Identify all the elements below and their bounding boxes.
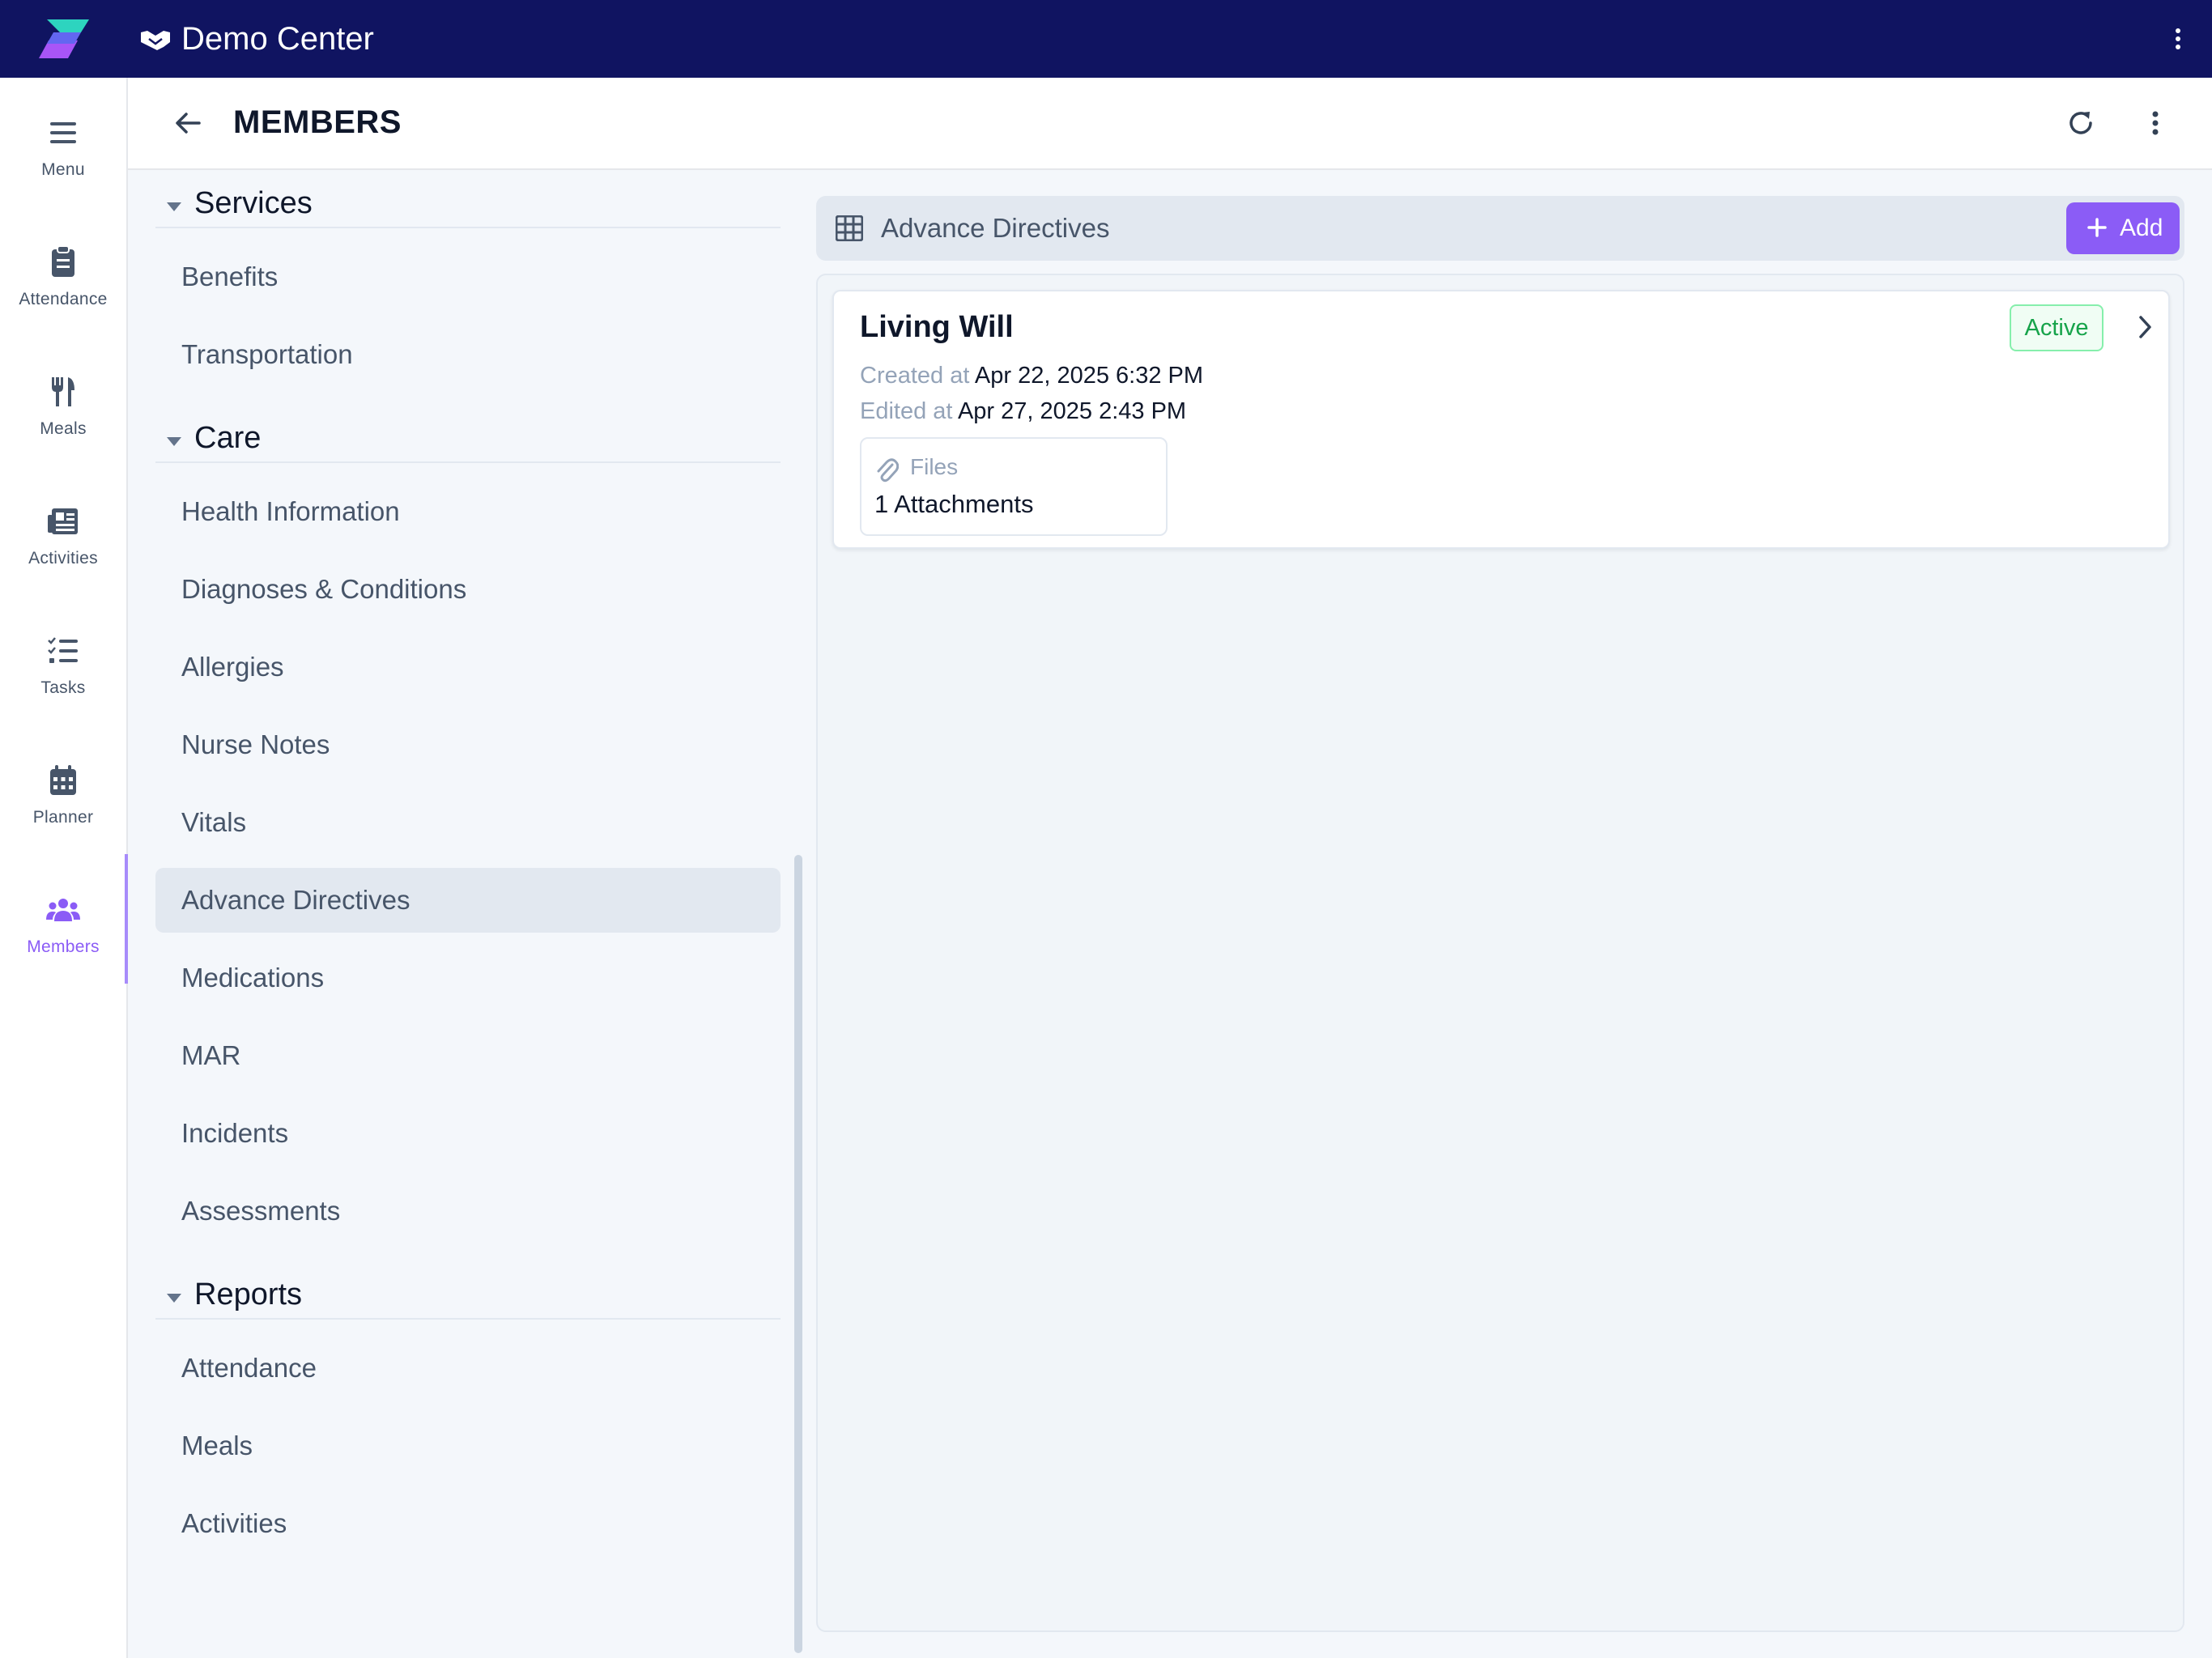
nav-item-label: Allergies [181,652,284,682]
nav-item-label: Benefits [181,261,279,291]
page-header: MEMBERS [128,78,2212,170]
rail-active-indicator [125,854,128,984]
nav-item-allergies[interactable]: Allergies [155,635,781,699]
rail-item-planner[interactable]: Planner [0,725,126,839]
top-app-bar: Demo Center [0,0,2212,78]
utensils-icon [52,377,74,406]
calendar-icon [50,765,76,795]
rail-item-label: Tasks [40,678,86,697]
plus-icon [2087,218,2107,237]
page-title: MEMBERS [233,104,402,140]
record-title: Living Will [860,310,1014,344]
nav-item-label: Diagnoses & Conditions [181,574,467,604]
nav-group-services[interactable]: Services [155,170,781,228]
rail-item-label: Activities [28,549,98,568]
refresh-icon[interactable] [2063,105,2099,141]
nav-item-mar[interactable]: MAR [155,1023,781,1088]
edited-at-label: Edited at [860,398,953,424]
add-button-label: Add [2120,215,2163,241]
app-logo[interactable] [36,16,92,62]
rail-item-meals[interactable]: Meals [0,337,126,450]
rail-item-menu[interactable]: Menu [0,78,126,191]
newspaper-icon [48,508,78,534]
nav-group-reports[interactable]: Reports [155,1261,781,1320]
nav-group-label: Reports [194,1278,303,1312]
back-arrow-icon[interactable] [170,105,206,141]
files-label: Files [910,454,959,479]
nav-item-diagnoses-conditions[interactable]: Diagnoses & Conditions [155,557,781,622]
nav-item-label: Activities [181,1508,287,1538]
nav-item-benefits[interactable]: Benefits [155,244,781,309]
files-attachment-box[interactable]: Files 1 Attachments [860,437,1168,536]
created-at-label: Created at [860,363,970,389]
clipboard-icon [52,245,74,277]
nav-item-incidents[interactable]: Incidents [155,1101,781,1166]
nav-item-vitals[interactable]: Vitals [155,790,781,855]
created-at-value: Apr 22, 2025 6:32 PM [974,363,1204,389]
handshake-icon [141,31,170,50]
nav-scrollbar[interactable] [794,855,802,1653]
rail-item-activities[interactable]: Activities [0,466,126,580]
status-badge: Active [2010,304,2104,351]
nav-item-label: Vitals [181,807,247,837]
nav-item-label: Incidents [181,1118,289,1148]
rail-item-label: Attendance [19,290,108,308]
section-header: Advance Directives Add [816,196,2184,261]
nav-group-label: Care [194,421,262,455]
record-card[interactable]: Living Will Created at Apr 22, 2025 6:32… [832,290,2170,549]
nav-group-label: Services [194,186,313,220]
rail-item-label: Planner [32,808,94,827]
nav-item-label: Assessments [181,1196,341,1226]
checklist-icon [48,637,78,663]
nav-item-advance-directives[interactable]: Advance Directives [155,868,781,933]
paperclip-icon [877,458,899,483]
rail-item-tasks[interactable]: Tasks [0,596,126,709]
nav-item-report-attendance[interactable]: Attendance [155,1336,781,1401]
left-nav-rail: Menu Attendance Meals Activities Tasks P… [0,78,128,1658]
records-list: Living Will Created at Apr 22, 2025 6:32… [816,274,2184,1632]
nav-item-report-meals[interactable]: Meals [155,1414,781,1478]
caret-down-icon [167,202,181,211]
nav-item-label: Advance Directives [181,885,410,915]
nav-item-label: Transportation [181,339,353,369]
nav-item-transportation[interactable]: Transportation [155,322,781,387]
edited-at-value: Apr 27, 2025 2:43 PM [957,398,1187,424]
nav-item-medications[interactable]: Medications [155,946,781,1010]
section-title: Advance Directives [881,213,1110,243]
nav-item-assessments[interactable]: Assessments [155,1179,781,1244]
rail-item-members[interactable]: Members [0,855,126,968]
users-icon [46,899,80,921]
advance-directives-panel: Advance Directives Add Living Will Creat… [816,196,2184,1632]
nav-item-report-activities[interactable]: Activities [155,1491,781,1556]
hamburger-icon [50,122,76,143]
nav-item-label: Nurse Notes [181,729,330,759]
rail-item-label: Meals [40,419,87,438]
nav-group-care[interactable]: Care [155,405,781,463]
nav-item-label: Medications [181,963,325,993]
edited-at-line: Edited at Apr 27, 2025 2:43 PM [860,395,1186,427]
caret-down-icon [167,1294,181,1303]
page-menu-kebab-icon[interactable] [2146,107,2165,139]
chevron-right-icon[interactable] [2133,311,2157,343]
nav-item-label: Attendance [181,1353,317,1383]
nav-item-health-information[interactable]: Health Information [155,479,781,544]
created-at-line: Created at Apr 22, 2025 6:32 PM [860,359,1203,392]
nav-item-label: MAR [181,1040,241,1070]
rail-item-label: Menu [41,160,85,179]
rail-item-attendance[interactable]: Attendance [0,207,126,321]
nav-item-label: Meals [181,1431,253,1460]
caret-down-icon [167,437,181,446]
attachments-count: 1 Attachments [874,490,1034,518]
app-menu-kebab-icon[interactable] [2168,24,2188,53]
nav-item-nurse-notes[interactable]: Nurse Notes [155,712,781,777]
table-grid-icon [836,215,863,241]
member-section-nav: Services Benefits Transportation Care He… [155,170,781,1658]
organization-name[interactable]: Demo Center [181,19,374,59]
add-button[interactable]: Add [2066,202,2180,254]
rail-item-label: Members [27,937,100,956]
nav-item-label: Health Information [181,496,400,526]
